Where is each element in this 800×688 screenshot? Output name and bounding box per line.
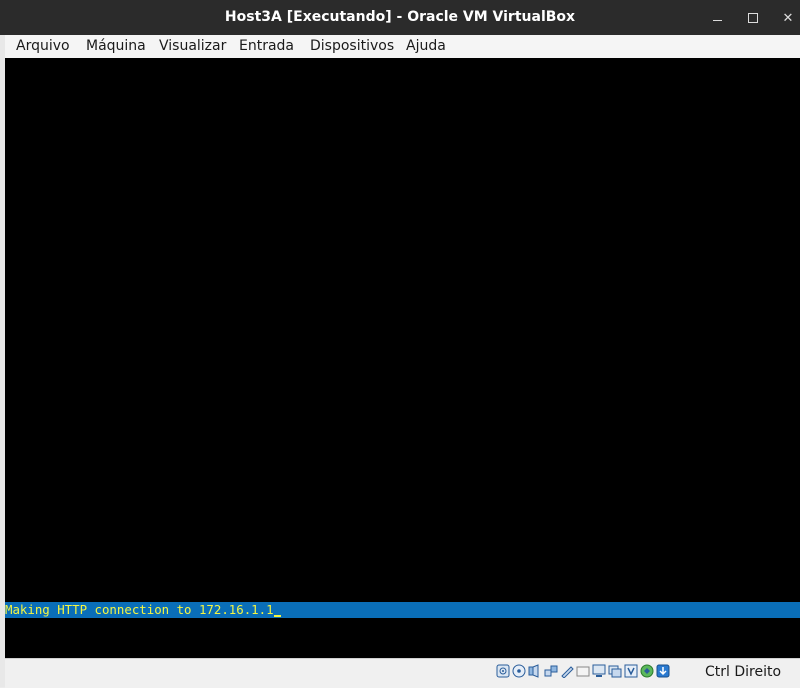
minimize-icon <box>712 19 722 21</box>
menu-arquivo[interactable]: Arquivo <box>13 35 73 58</box>
hard-disk-icon[interactable] <box>495 663 510 679</box>
close-icon: ✕ <box>782 10 794 26</box>
text-cursor <box>273 615 281 617</box>
shared-folders-icon[interactable] <box>575 663 590 679</box>
console-status-line: Making HTTP connection to 172.16.1.1 <box>5 602 800 618</box>
optical-disk-icon[interactable] <box>511 663 526 679</box>
maximize-button[interactable] <box>742 7 764 29</box>
virtualization-icon[interactable] <box>623 663 638 679</box>
menu-dispositivos[interactable]: Dispositivos <box>307 35 397 58</box>
audio-icon[interactable] <box>527 663 542 679</box>
keyboard-capture-icon[interactable] <box>655 663 670 679</box>
menu-ajuda[interactable]: Ajuda <box>403 35 449 58</box>
menu-visualizar[interactable]: Visualizar <box>156 35 229 58</box>
virtualbox-window: Host3A [Executando] - Oracle VM VirtualB… <box>0 0 800 688</box>
menu-maquina[interactable]: Máquina <box>83 35 149 58</box>
console-message: Making HTTP connection to 172.16.1.1 <box>5 602 281 618</box>
mouse-integration-icon[interactable] <box>639 663 654 679</box>
host-key-label: Ctrl Direito <box>705 664 782 680</box>
maximize-icon <box>748 13 758 23</box>
vm-screen[interactable]: Making HTTP connection to 172.16.1.1 <box>5 58 800 658</box>
title-bar[interactable]: Host3A [Executando] - Oracle VM VirtualB… <box>0 0 800 35</box>
minimize-button[interactable] <box>706 7 728 29</box>
menu-entrada[interactable]: Entrada <box>236 35 297 58</box>
window-title: Host3A [Executando] - Oracle VM VirtualB… <box>224 9 576 25</box>
close-button[interactable]: ✕ <box>777 7 799 29</box>
status-bar: Ctrl Direito <box>5 658 800 688</box>
menu-bar: Arquivo Máquina Visualizar Entrada Dispo… <box>5 35 800 59</box>
video-capture-icon[interactable] <box>607 663 622 679</box>
display-icon[interactable] <box>591 663 606 679</box>
status-icons <box>495 663 670 683</box>
network-icon[interactable] <box>543 663 558 679</box>
usb-icon[interactable] <box>559 663 574 679</box>
